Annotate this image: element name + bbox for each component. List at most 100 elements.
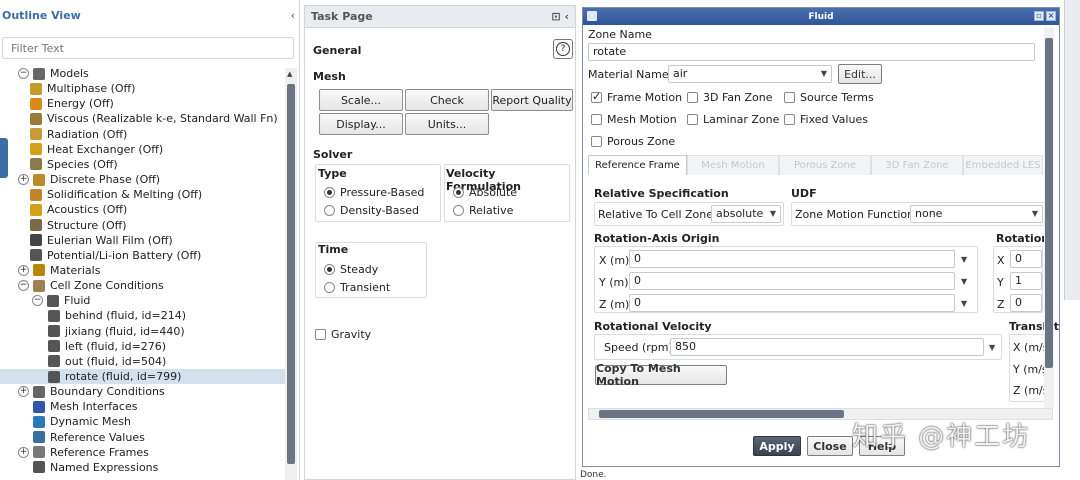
laminar-zone-checkbox[interactable]: Laminar Zone bbox=[687, 113, 779, 126]
tree-item[interactable]: behind (fluid, id=214) bbox=[0, 308, 286, 323]
tree-item[interactable]: Eulerian Wall Film (Off) bbox=[0, 233, 286, 248]
tree-item-label: Models bbox=[50, 67, 89, 80]
minimize-icon[interactable]: ▫ bbox=[1034, 11, 1044, 21]
tree-item[interactable]: Energy (Off) bbox=[0, 96, 286, 111]
chevron-down-icon[interactable]: ▼ bbox=[961, 255, 967, 264]
tree-item[interactable]: − Models bbox=[0, 66, 286, 81]
display-button[interactable]: Display... bbox=[319, 113, 403, 135]
collapse-icon[interactable]: − bbox=[18, 68, 29, 79]
material-select[interactable]: air ▼ bbox=[668, 65, 832, 83]
absolute-radio[interactable]: Absolute bbox=[453, 186, 517, 199]
axis-label: Z bbox=[997, 298, 1005, 311]
origin-input[interactable]: 0 bbox=[629, 294, 955, 312]
tree-item[interactable]: Multiphase (Off) bbox=[0, 81, 286, 96]
collapse-icon[interactable]: − bbox=[18, 280, 29, 292]
collapse-icon[interactable]: − bbox=[32, 295, 43, 307]
tab-3d-fan-zone[interactable]: 3D Fan Zone bbox=[871, 155, 963, 175]
expressions-icon bbox=[33, 461, 45, 474]
copy-to-mesh-motion-button[interactable]: Copy To Mesh Motion bbox=[595, 362, 727, 388]
tree-item[interactable]: Acoustics (Off) bbox=[0, 202, 286, 217]
task-page-pin-icon[interactable]: ⊡ ‹ bbox=[551, 10, 569, 23]
tree-item[interactable]: Species (Off) bbox=[0, 157, 286, 172]
expand-icon[interactable]: + bbox=[18, 386, 29, 398]
expand-icon[interactable]: + bbox=[18, 174, 29, 186]
dialog-hscroll-thumb[interactable] bbox=[599, 410, 844, 418]
apply-button[interactable]: Apply bbox=[753, 436, 801, 456]
collapse-chevron-icon[interactable]: ‹ bbox=[291, 9, 295, 22]
gravity-checkbox[interactable]: Gravity bbox=[315, 328, 371, 341]
side-dock-tab[interactable] bbox=[0, 138, 8, 178]
tree-item[interactable]: + Discrete Phase (Off) bbox=[0, 172, 286, 187]
units-button[interactable]: Units... bbox=[405, 113, 489, 135]
tree-item[interactable]: left (fluid, id=276) bbox=[0, 339, 286, 354]
outline-scrollbar[interactable]: ▲ bbox=[285, 68, 297, 480]
tree-item[interactable]: Structure (Off) bbox=[0, 218, 286, 233]
tab-embedded-les[interactable]: Embedded LES bbox=[963, 155, 1043, 175]
tree-item[interactable]: Heat Exchanger (Off) bbox=[0, 142, 286, 157]
frame-motion-checkbox[interactable]: Frame Motion bbox=[591, 90, 682, 104]
pressure-based-radio[interactable]: Pressure-Based bbox=[324, 186, 424, 199]
chevron-down-icon[interactable]: ▼ bbox=[961, 299, 967, 308]
tree-item[interactable]: Potential/Li-ion Battery (Off) bbox=[0, 248, 286, 263]
tree-item[interactable]: Dynamic Mesh bbox=[0, 414, 286, 429]
tree-item[interactable]: + Reference Frames bbox=[0, 445, 286, 460]
zone-icon bbox=[48, 355, 60, 368]
dynamic-mesh-icon bbox=[33, 415, 45, 428]
origin-input[interactable]: 0 bbox=[629, 272, 955, 290]
zone-name-input[interactable]: rotate bbox=[588, 43, 1035, 61]
tree-item[interactable]: Mesh Interfaces bbox=[0, 399, 286, 414]
tree-item[interactable]: Reference Values bbox=[0, 430, 286, 445]
help-icon[interactable]: ? bbox=[553, 39, 573, 59]
density-based-radio[interactable]: Density-Based bbox=[324, 204, 419, 217]
tree-item[interactable]: + Boundary Conditions bbox=[0, 384, 286, 399]
tree-item[interactable]: + Materials bbox=[0, 263, 286, 278]
dialog-vertical-scrollbar[interactable] bbox=[1044, 28, 1054, 408]
expand-icon[interactable]: + bbox=[18, 264, 29, 276]
zone-motion-function-select[interactable]: none ▼ bbox=[910, 205, 1043, 223]
tree-item[interactable]: rotate (fluid, id=799) bbox=[0, 369, 286, 384]
scale-button[interactable]: Scale... bbox=[319, 89, 403, 111]
filter-text-input[interactable] bbox=[2, 37, 294, 59]
dialog-vscroll-thumb[interactable] bbox=[1045, 38, 1053, 368]
tab-porous-zone[interactable]: Porous Zone bbox=[779, 155, 871, 175]
expand-icon[interactable]: + bbox=[18, 446, 29, 458]
tree-item[interactable]: Radiation (Off) bbox=[0, 127, 286, 142]
close-button[interactable]: Close bbox=[807, 436, 853, 456]
outline-scroll-thumb[interactable] bbox=[287, 84, 295, 464]
source-terms-checkbox[interactable]: Source Terms bbox=[784, 91, 874, 104]
relative-to-select[interactable]: absolute ▼ bbox=[711, 205, 781, 223]
dialog-titlebar[interactable]: Fluid ▫ × bbox=[583, 8, 1059, 25]
scroll-up-arrow-icon[interactable]: ▲ bbox=[287, 70, 292, 78]
report-quality-button[interactable]: Report Quality bbox=[491, 89, 573, 111]
tab-mesh-motion[interactable]: Mesh Motion bbox=[687, 155, 779, 175]
fixed-values-checkbox[interactable]: Fixed Values bbox=[784, 113, 868, 126]
tree-item[interactable]: jixiang (fluid, id=440) bbox=[0, 324, 286, 339]
check-button[interactable]: Check bbox=[405, 89, 489, 111]
origin-input[interactable]: 0 bbox=[629, 250, 955, 268]
task-page-header: Task Page ⊡ ‹ bbox=[305, 6, 575, 28]
edit-material-button[interactable]: Edit... bbox=[838, 64, 882, 84]
transient-radio[interactable]: Transient bbox=[324, 281, 390, 294]
steady-radio[interactable]: Steady bbox=[324, 263, 378, 276]
tab-reference-frame[interactable]: Reference Frame bbox=[588, 155, 687, 175]
3d-fan-zone-checkbox[interactable]: 3D Fan Zone bbox=[687, 91, 773, 104]
axis-input[interactable]: 0 bbox=[1010, 294, 1042, 312]
close-window-icon[interactable]: × bbox=[1046, 11, 1056, 21]
chevron-down-icon[interactable]: ▼ bbox=[989, 343, 995, 352]
mesh-motion-checkbox[interactable]: Mesh Motion bbox=[591, 113, 677, 126]
tree-item[interactable]: out (fluid, id=504) bbox=[0, 354, 286, 369]
solidification-icon bbox=[30, 188, 42, 201]
relative-radio[interactable]: Relative bbox=[453, 204, 513, 217]
tree-item[interactable]: Solidification & Melting (Off) bbox=[0, 187, 286, 202]
tree-item[interactable]: Viscous (Realizable k-e, Standard Wall F… bbox=[0, 111, 286, 126]
tree-item[interactable]: − Cell Zone Conditions bbox=[0, 278, 286, 293]
chevron-down-icon[interactable]: ▼ bbox=[961, 277, 967, 286]
speed-input[interactable]: 850 bbox=[670, 338, 984, 356]
axis-input[interactable]: 0 bbox=[1010, 250, 1042, 268]
window-icon bbox=[587, 11, 597, 21]
porous-zone-checkbox[interactable]: Porous Zone bbox=[591, 135, 675, 148]
tree-item[interactable]: − Fluid bbox=[0, 293, 286, 308]
tree-item-label: Acoustics (Off) bbox=[47, 203, 128, 217]
axis-input[interactable]: 1 bbox=[1010, 272, 1042, 290]
tree-item[interactable]: Named Expressions bbox=[0, 460, 286, 475]
